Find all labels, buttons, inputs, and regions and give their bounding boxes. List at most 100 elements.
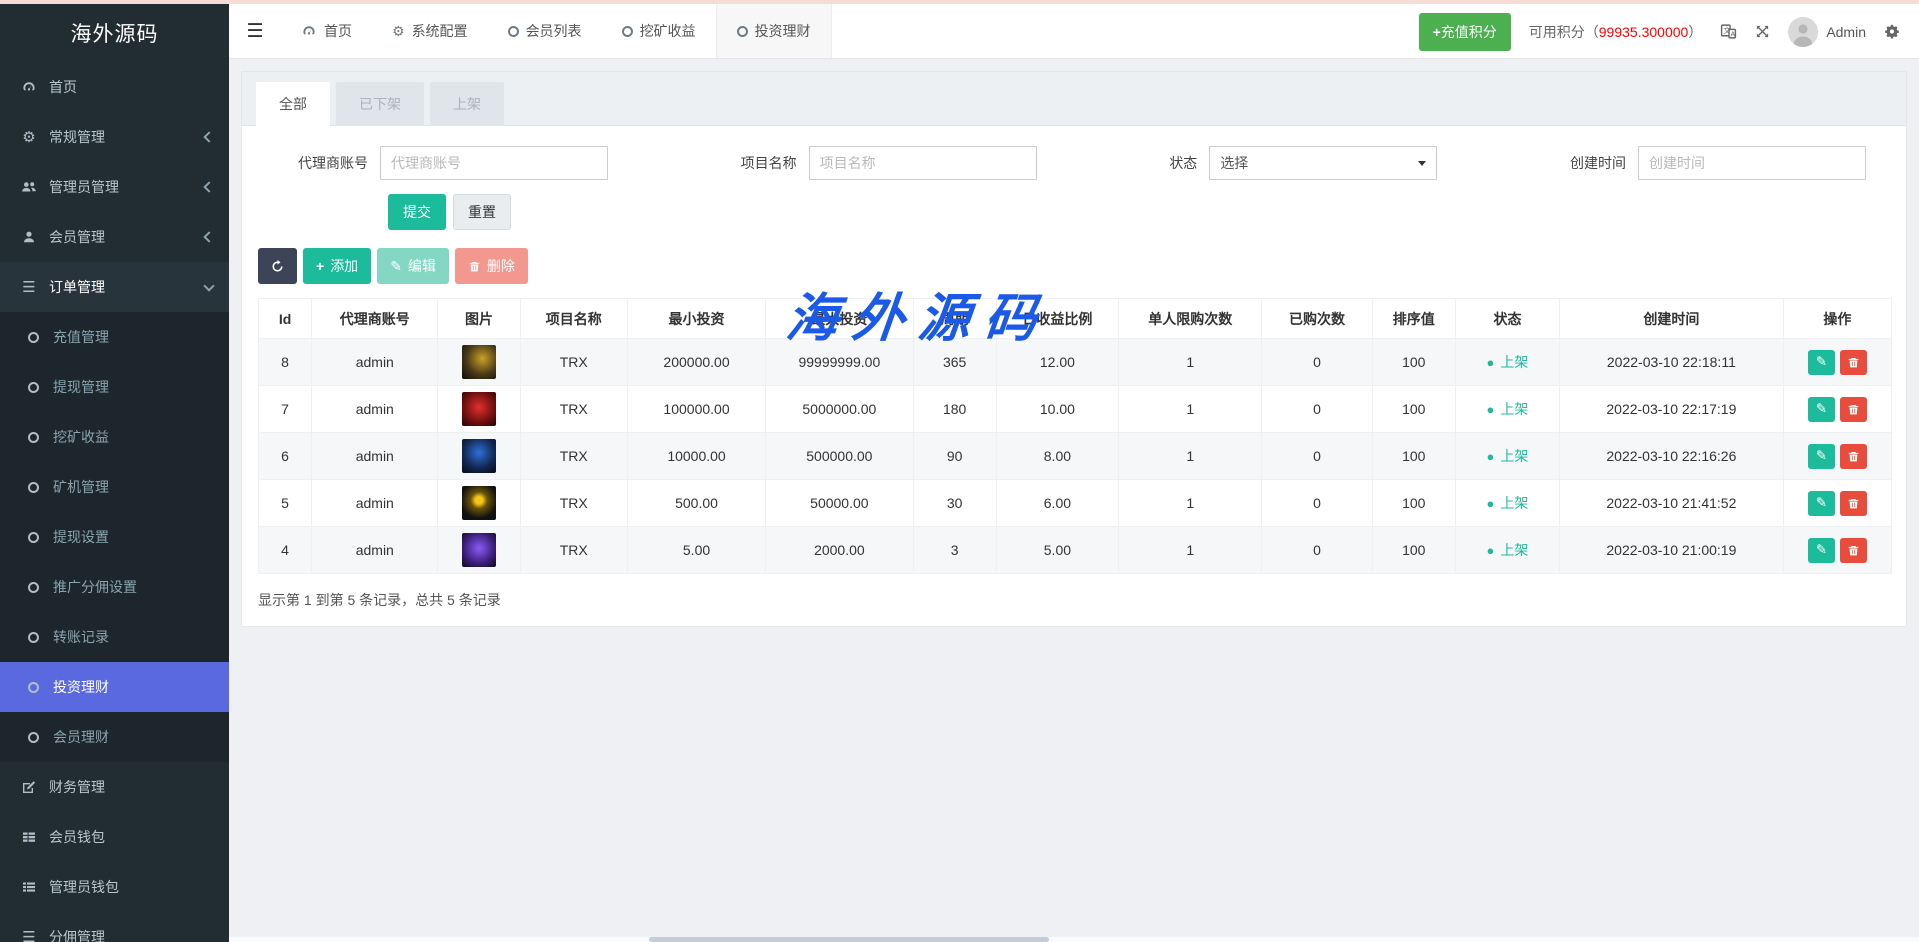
- sidebar-subitem-4[interactable]: 提现设置: [0, 512, 229, 562]
- submit-button[interactable]: 提交: [388, 194, 446, 230]
- sidebar-subitem-1[interactable]: 提现管理: [0, 362, 229, 412]
- column-header: 单人限购次数: [1119, 299, 1262, 339]
- circle-icon: [508, 26, 519, 37]
- chevron-down-icon: [203, 280, 214, 291]
- row-edit-button[interactable]: ✎: [1808, 538, 1835, 563]
- cell-min-invest: 10000.00: [627, 433, 765, 480]
- sidebar-item-2[interactable]: 管理员管理: [0, 162, 229, 212]
- circle-icon: [22, 382, 44, 393]
- row-edit-button[interactable]: ✎: [1808, 350, 1835, 375]
- sidebar-subitem-7[interactable]: 投资理财: [0, 662, 229, 712]
- status-badge: ●上架: [1487, 493, 1529, 513]
- sidebar-subitem-5[interactable]: 推广分佣设置: [0, 562, 229, 612]
- circle-icon: [28, 582, 39, 593]
- sidebar-item-5[interactable]: 财务管理: [0, 762, 229, 812]
- page-tab-1[interactable]: 已下架: [336, 82, 424, 126]
- row-edit-button[interactable]: ✎: [1808, 491, 1835, 516]
- cell-actions: ✎: [1783, 480, 1891, 527]
- filter-group-0: 代理商账号: [298, 146, 608, 180]
- cell-actions: ✎: [1783, 386, 1891, 433]
- scrollbar-thumb[interactable]: [649, 937, 1049, 942]
- page-tab-0[interactable]: 全部: [256, 82, 330, 126]
- cell-created: 2022-03-10 21:41:52: [1560, 480, 1784, 527]
- pencil-icon: ✎: [1816, 401, 1827, 417]
- sidebar-item-4[interactable]: ☰订单管理: [0, 262, 229, 312]
- cell-period: 30: [913, 480, 996, 527]
- sidebar-item-0[interactable]: 首页: [0, 62, 229, 112]
- row-delete-button[interactable]: [1840, 491, 1867, 516]
- cell-bought: 0: [1262, 527, 1372, 574]
- status-label: 上架: [1500, 352, 1528, 372]
- nav-tab-3[interactable]: 挖矿收益: [602, 4, 716, 58]
- status-badge: ●上架: [1487, 352, 1529, 372]
- cell-id: 4: [259, 527, 312, 574]
- top-navbar: ☰ 首页⚙系统配置会员列表挖矿收益投资理财 +充值积分 可用积分（99935.3…: [229, 4, 1919, 59]
- wallet-icon: [18, 829, 40, 845]
- sidebar-subitem-8[interactable]: 会员理财: [0, 712, 229, 762]
- edit-icon: [18, 779, 40, 795]
- sidebar-item-3[interactable]: 会员管理: [0, 212, 229, 262]
- sidebar-item-label: 会员钱包: [49, 827, 105, 847]
- menu-icon[interactable]: ☰: [229, 4, 281, 58]
- filter-actions: 提交 重置: [242, 180, 1906, 230]
- circle-icon: [28, 532, 39, 543]
- cell-bought: 0: [1262, 433, 1372, 480]
- edit-button[interactable]: ✎编辑: [377, 248, 449, 284]
- circle-icon: [22, 432, 44, 443]
- nav-tab-2[interactable]: 会员列表: [488, 4, 602, 58]
- pencil-icon: ✎: [390, 258, 402, 275]
- sidebar-subitem-label: 转账记录: [53, 627, 109, 647]
- circle-icon: [28, 482, 39, 493]
- sidebar-subitem-2[interactable]: 挖矿收益: [0, 412, 229, 462]
- cell-status: ●上架: [1455, 527, 1559, 574]
- sidebar-item-7[interactable]: 管理员钱包: [0, 862, 229, 912]
- cell-daily-rate: 6.00: [996, 480, 1118, 527]
- filter-input-0[interactable]: [380, 146, 608, 180]
- expand-icon[interactable]: [1755, 24, 1770, 39]
- row-delete-button[interactable]: [1840, 538, 1867, 563]
- row-edit-button[interactable]: ✎: [1808, 444, 1835, 469]
- trash-icon: [1847, 356, 1860, 369]
- horizontal-scrollbar[interactable]: [229, 937, 1919, 942]
- row-delete-button[interactable]: [1840, 397, 1867, 422]
- users-icon: [18, 179, 40, 195]
- delete-button[interactable]: 删除: [455, 248, 528, 284]
- pencil-icon: ✎: [1816, 448, 1827, 464]
- row-edit-button[interactable]: ✎: [1808, 397, 1835, 422]
- filter-input-3[interactable]: [1638, 146, 1866, 180]
- chevron-left-icon: [203, 231, 214, 242]
- translate-icon[interactable]: 文A: [1720, 23, 1737, 40]
- cell-limit: 1: [1119, 527, 1262, 574]
- sidebar-item-1[interactable]: ⚙常规管理: [0, 112, 229, 162]
- sidebar-subitem-0[interactable]: 充值管理: [0, 312, 229, 362]
- status-badge: ●上架: [1487, 540, 1529, 560]
- row-delete-button[interactable]: [1840, 444, 1867, 469]
- sidebar-item-label: 财务管理: [49, 777, 105, 797]
- plus-icon: +: [316, 258, 324, 274]
- refresh-button[interactable]: [258, 248, 297, 284]
- filter-input-1[interactable]: [809, 146, 1037, 180]
- sidebar-subitem-3[interactable]: 矿机管理: [0, 462, 229, 512]
- nav-tab-1[interactable]: ⚙系统配置: [372, 4, 488, 58]
- sidebar-item-8[interactable]: ☰分佣管理: [0, 912, 229, 942]
- nav-tab-4[interactable]: 投资理财: [716, 4, 832, 58]
- table-body: 8adminTRX200000.0099999999.0036512.00101…: [259, 339, 1892, 574]
- nav-tab-0[interactable]: 首页: [281, 4, 372, 58]
- column-header: 代理商账号: [312, 299, 438, 339]
- add-button[interactable]: +添加: [303, 248, 371, 284]
- project-thumbnail: [462, 533, 496, 567]
- reset-button[interactable]: 重置: [453, 194, 511, 230]
- recharge-points-button[interactable]: +充值积分: [1419, 13, 1511, 51]
- page-tab-2[interactable]: 上架: [430, 82, 504, 126]
- sidebar-item-6[interactable]: 会员钱包: [0, 812, 229, 862]
- gears-icon[interactable]: [1884, 23, 1901, 40]
- user-menu[interactable]: Admin: [1788, 17, 1866, 47]
- cell-max-invest: 2000.00: [766, 527, 913, 574]
- status-select[interactable]: 选择: [1209, 146, 1437, 180]
- sidebar-subitem-6[interactable]: 转账记录: [0, 612, 229, 662]
- row-delete-button[interactable]: [1840, 350, 1867, 375]
- caret-down-icon: [1418, 161, 1426, 166]
- sidebar-subitem-label: 推广分佣设置: [53, 577, 137, 597]
- navbar-right: +充值积分 可用积分（99935.300000） 文A Admin: [1419, 4, 1919, 59]
- chevron-left-icon: [203, 131, 214, 142]
